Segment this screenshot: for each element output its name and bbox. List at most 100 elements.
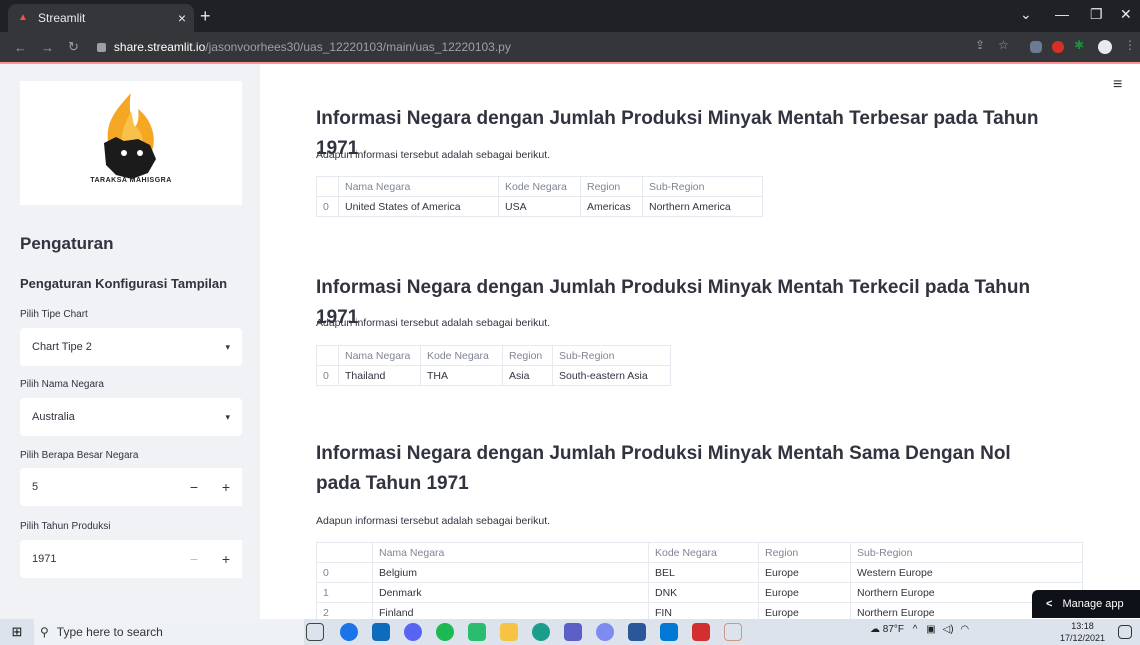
taskbar-clock[interactable]: 13:18 17/12/2021 (1060, 620, 1105, 644)
reload-icon[interactable]: ↻ (68, 39, 79, 55)
extension-icon[interactable] (1030, 41, 1042, 53)
forward-icon[interactable]: → (41, 40, 54, 55)
network-icon[interactable]: ▣ (926, 624, 935, 635)
year-decrement-button[interactable]: − (178, 540, 210, 578)
cell-subregion: Northern America (642, 196, 763, 217)
column-header (316, 345, 339, 366)
streamlit-icon: ▲ (18, 12, 28, 23)
column-header: Sub-Region (552, 345, 671, 366)
table-row: 0 Belgium BEL Europe Western Europe (316, 562, 1083, 583)
browser-menu-icon[interactable]: ⋮ (1124, 38, 1140, 56)
r-icon[interactable] (596, 623, 614, 641)
file-explorer-icon[interactable] (500, 623, 518, 641)
chart-type-select[interactable]: Chart Tipe 2 ▾ (20, 328, 242, 366)
search-icon: ⚲ (40, 625, 49, 639)
minimize-button[interactable]: — (1055, 6, 1069, 22)
close-window-button[interactable]: ✕ (1120, 6, 1132, 23)
bookmark-star-icon[interactable]: ☆ (998, 38, 1016, 56)
share-icon[interactable]: ⇪ (975, 38, 993, 56)
app-icon[interactable] (468, 623, 486, 641)
table-zero: Nama Negara Kode Negara Region Sub-Regio… (316, 542, 1083, 623)
size-value[interactable]: 5 (20, 468, 178, 506)
country-select[interactable]: Australia ▾ (20, 398, 242, 436)
wifi-icon[interactable]: ◠ (960, 624, 969, 635)
address-bar: ← → ↻ share.streamlit.io /jasonvoorhees3… (0, 32, 1140, 62)
taskbar-search-placeholder: Type here to search (56, 625, 163, 639)
cell-region: Asia (502, 365, 553, 386)
table-row: 0 United States of America USA Americas … (316, 196, 763, 217)
mail-icon[interactable] (372, 623, 390, 641)
column-header: Kode Negara (648, 542, 759, 563)
cell-country-name: Thailand (338, 365, 421, 386)
tab-close-icon[interactable]: × (178, 10, 186, 26)
tab-search-icon[interactable]: ⌄ (1020, 6, 1032, 23)
puzzle-icon[interactable]: ✱ (1074, 38, 1092, 56)
section-intro-zero: Adapun informasi tersebut adalah sebagai… (316, 515, 551, 527)
cell-subregion: Western Europe (850, 562, 1083, 583)
row-index: 1 (316, 582, 373, 603)
new-tab-button[interactable]: + (200, 6, 211, 26)
back-icon[interactable]: ← (14, 40, 27, 55)
weather-icon[interactable]: ☁ (870, 624, 880, 635)
column-header: Region (502, 345, 553, 366)
year-label: Pilih Tahun Produksi (20, 521, 111, 532)
paint-icon[interactable] (724, 623, 742, 641)
column-header: Region (758, 542, 851, 563)
cell-subregion: South-eastern Asia (552, 365, 671, 386)
year-number-input: 1971 − + (20, 540, 242, 578)
table-smallest: Nama Negara Kode Negara Region Sub-Regio… (316, 345, 671, 386)
size-increment-button[interactable]: + (210, 468, 242, 506)
tray-chevron-icon[interactable]: ^ (913, 624, 918, 635)
manage-app-button[interactable]: < Manage app (1032, 590, 1140, 618)
size-decrement-button[interactable]: − (178, 468, 210, 506)
acrobat-icon[interactable] (692, 623, 710, 641)
spotify-icon[interactable] (436, 623, 454, 641)
weather-temp[interactable]: 87°F (883, 624, 904, 635)
column-header: Nama Negara (372, 542, 649, 563)
cell-region: Americas (580, 196, 643, 217)
row-index: 0 (316, 562, 373, 583)
profile-avatar[interactable] (1098, 40, 1112, 54)
chevron-left-icon: < (1046, 598, 1053, 610)
system-tray: ☁ 87°F ^ ▣ ◁) ◠ (870, 624, 969, 635)
table-header-row: Nama Negara Kode Negara Region Sub-Regio… (316, 345, 671, 366)
url-path: /jasonvoorhees30/uas_12220103/main/uas_1… (205, 40, 511, 54)
browser-tab[interactable]: ▲ Streamlit × (8, 4, 194, 32)
column-header: Nama Negara (338, 176, 499, 197)
sidebar-heading: Pengaturan (20, 234, 114, 253)
windows-start-icon[interactable]: ⊞ (0, 624, 34, 640)
maximize-button[interactable]: ❐ (1090, 6, 1103, 23)
column-header (316, 542, 373, 563)
size-label: Pilih Berapa Besar Negara (20, 450, 139, 461)
logo: TARAKSA MAHISGRA (20, 81, 242, 205)
chrome-icon[interactable] (340, 623, 358, 641)
cell-country-name: Denmark (372, 582, 649, 603)
volume-icon[interactable]: ◁) (943, 624, 954, 635)
chevron-down-icon: ▾ (225, 341, 230, 352)
year-value[interactable]: 1971 (20, 540, 178, 578)
section-intro-largest: Adapun informasi tersebut adalah sebagai… (316, 149, 551, 161)
column-header: Sub-Region (642, 176, 763, 197)
task-view-icon[interactable] (306, 623, 324, 641)
adblock-icon[interactable] (1052, 41, 1064, 53)
hamburger-menu-icon[interactable]: ≡ (1113, 76, 1122, 94)
discord-icon[interactable] (404, 623, 422, 641)
chevron-down-icon: ▾ (225, 411, 230, 422)
chart-type-value: Chart Tipe 2 (32, 341, 92, 353)
taskbar-search-box[interactable]: ⚲ Type here to search (34, 619, 304, 645)
notification-icon[interactable] (1118, 625, 1132, 639)
country-value: Australia (32, 411, 75, 423)
column-header: Nama Negara (338, 345, 421, 366)
column-header: Region (580, 176, 643, 197)
url-host: share.streamlit.io (113, 40, 206, 54)
vscode-icon[interactable] (660, 623, 678, 641)
browser-icon[interactable] (532, 623, 550, 641)
logo-image (104, 93, 156, 179)
country-label: Pilih Nama Negara (20, 379, 104, 390)
word-icon[interactable] (628, 623, 646, 641)
teams-icon[interactable] (564, 623, 582, 641)
manage-app-label: Manage app (1062, 598, 1124, 610)
row-index: 0 (316, 365, 339, 386)
url-field[interactable]: share.streamlit.io /jasonvoorhees30/uas_… (96, 40, 511, 54)
year-increment-button[interactable]: + (210, 540, 242, 578)
